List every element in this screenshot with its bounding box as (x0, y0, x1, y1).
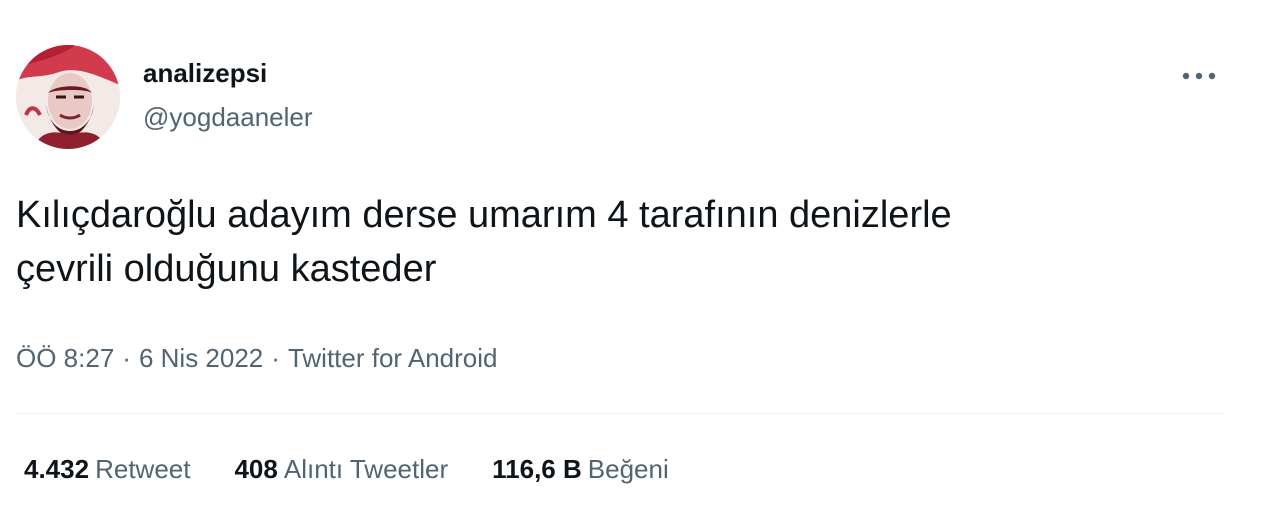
retweets-count: 4.432 (24, 454, 90, 484)
tweet-text: Kılıçdaroğlu adayım derse umarım 4 taraf… (16, 194, 952, 290)
divider (16, 413, 1224, 414)
likes-stat[interactable]: 116,6 B Beğeni (492, 452, 669, 486)
quote-tweets-label: Alıntı Tweetler (283, 454, 449, 484)
avatar-image (16, 45, 120, 149)
quote-tweets-count: 408 (234, 454, 278, 484)
user-handle[interactable]: @yogdaaneler (143, 101, 313, 133)
retweets-label: Retweet (95, 454, 191, 484)
tweet-source[interactable]: Twitter for Android (288, 343, 498, 373)
avatar[interactable] (16, 45, 120, 149)
tweet-date[interactable]: 6 Nis 2022 (139, 343, 263, 373)
retweets-stat[interactable]: 4.432 Retweet (24, 452, 190, 486)
meta-separator: · (122, 343, 131, 373)
tweet-meta: ÖÖ 8:27 · 6 Nis 2022 · Twitter for Android (16, 341, 497, 375)
likes-label: Beğeni (587, 454, 669, 484)
display-name[interactable]: analizepsi (143, 57, 267, 89)
quote-tweets-stat[interactable]: 408 Alıntı Tweetler (234, 452, 448, 486)
more-options-button[interactable] (1176, 62, 1222, 90)
engagement-stats: 4.432 Retweet 408 Alıntı Tweetler 116,6 BB… (24, 452, 713, 486)
likes-count: 116,6 B (492, 454, 582, 484)
meta-separator: · (271, 343, 280, 373)
tweet-time[interactable]: ÖÖ 8:27 (16, 343, 114, 373)
more-horizontal-icon (1182, 72, 1216, 80)
tweet-card: analizepsi @yogdaaneler Kılıçdaroğlu ada… (0, 0, 1272, 516)
